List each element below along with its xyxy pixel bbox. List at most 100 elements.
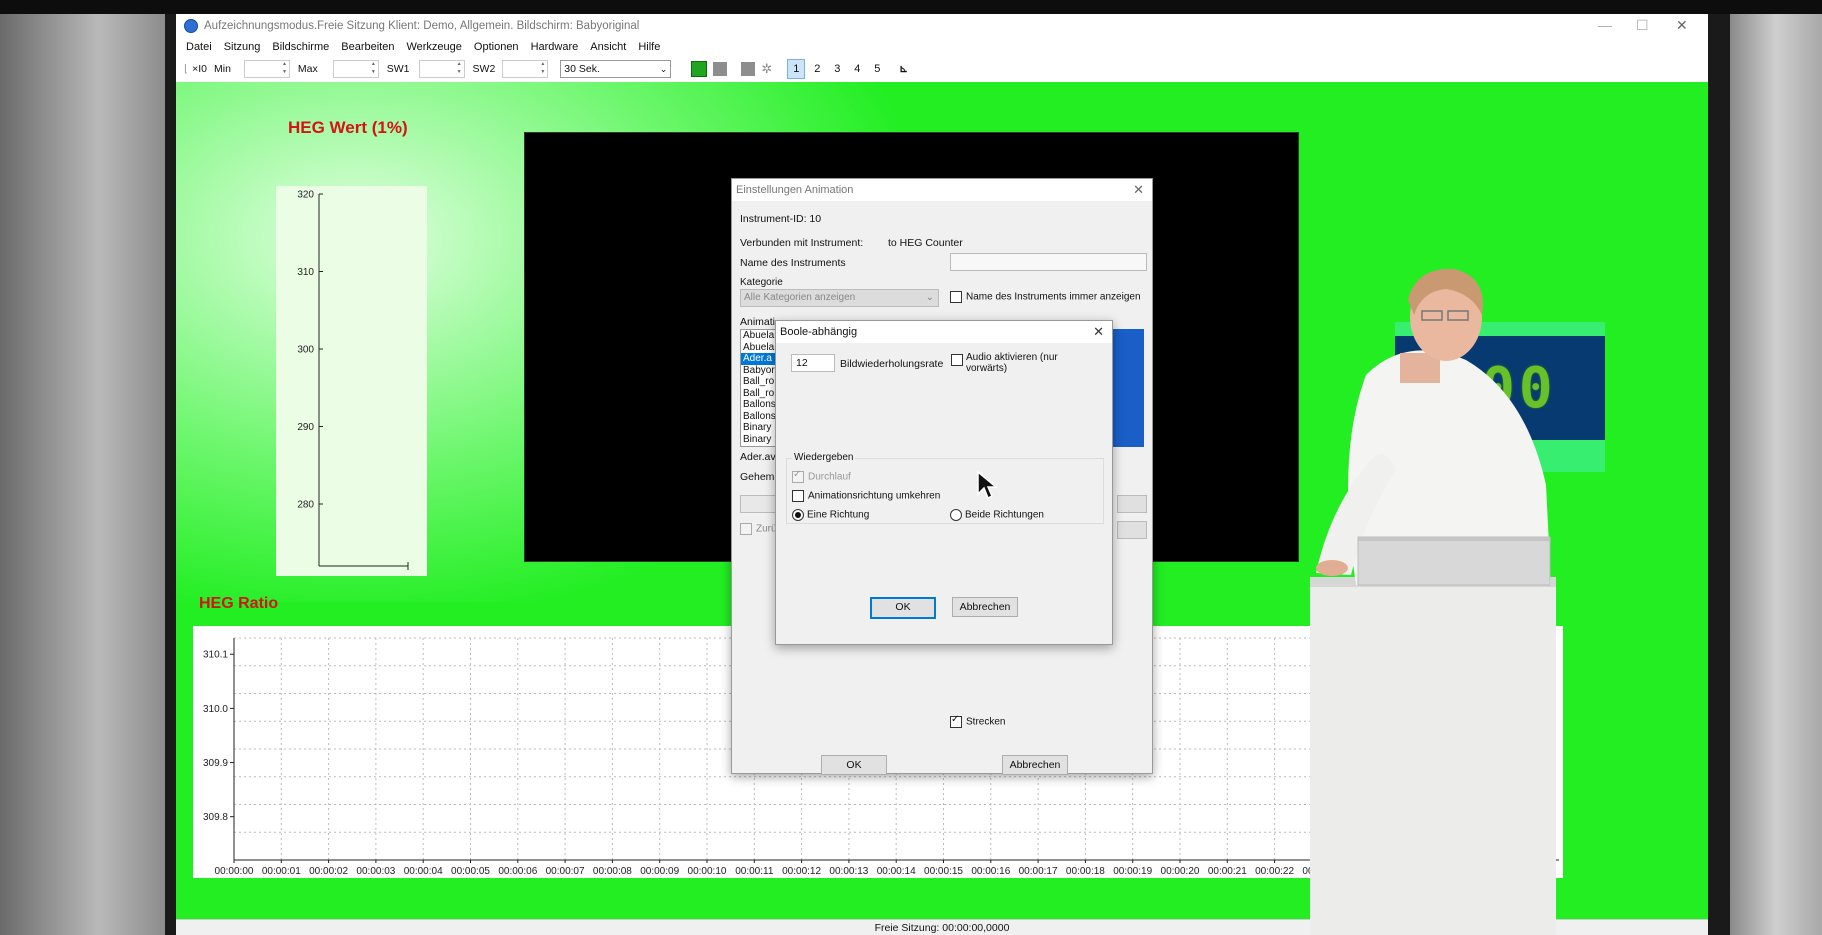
- menu-bildschirme[interactable]: Bildschirme: [272, 41, 329, 53]
- both-directions-radio[interactable]: Beide Richtungen: [950, 509, 1044, 521]
- menu-sitzung[interactable]: Sitzung: [224, 41, 261, 53]
- audio-label-line2: vorwärts): [966, 363, 1008, 374]
- x-tick-label: 00:00:11: [735, 866, 774, 877]
- loop-label: Durchlauf: [808, 471, 851, 483]
- close-icon[interactable]: ✕: [1093, 324, 1104, 340]
- min-label: Min: [214, 63, 231, 75]
- screen-tab-4[interactable]: 4: [849, 60, 865, 78]
- framerate-value: 12: [796, 357, 808, 369]
- chevron-down-icon: ⌄: [925, 292, 934, 303]
- zuru-box[interactable]: [740, 523, 752, 535]
- room-backdrop-right: [1730, 0, 1822, 935]
- gear-icon[interactable]: ✲: [761, 62, 775, 76]
- x-tick-label: 00:00:16: [971, 866, 1010, 877]
- audio-label: Audio aktivieren (nur vorwärts): [966, 352, 1058, 374]
- close-icon[interactable]: ✕: [1133, 182, 1144, 198]
- both-directions-dot[interactable]: [950, 509, 962, 521]
- max-spinner[interactable]: [332, 60, 379, 78]
- gauge-tick-label: 280: [297, 500, 314, 511]
- selected-animation-name: Ader.av: [740, 451, 776, 463]
- anim-ok-button[interactable]: OK: [821, 755, 887, 775]
- gehemm-select[interactable]: [740, 495, 778, 513]
- sw2-label: SW2: [472, 63, 496, 75]
- menu-datei[interactable]: Datei: [186, 41, 212, 53]
- maximize-icon[interactable]: ☐: [1636, 17, 1649, 34]
- menu-bearbeiten[interactable]: Bearbeiten: [341, 41, 394, 53]
- playback-group-label: Wiedergeben: [792, 452, 856, 463]
- audio-box[interactable]: [951, 354, 963, 366]
- x-tick-label: 00:00:14: [877, 866, 916, 877]
- always-show-name-label: Name des Instruments immer anzeigen: [966, 291, 1141, 303]
- one-direction-dot[interactable]: [792, 509, 804, 521]
- sw2-spinner[interactable]: [502, 60, 549, 78]
- one-direction-label: Eine Richtung: [807, 509, 870, 521]
- sw1-spinner[interactable]: [418, 60, 465, 78]
- stretch-box[interactable]: [950, 714, 962, 728]
- instrument-name-label: Name des Instruments: [740, 257, 846, 269]
- audio-checkbox[interactable]: [951, 354, 967, 366]
- right-field[interactable]: [1117, 521, 1147, 539]
- reverse-box[interactable]: [792, 490, 804, 502]
- x-tick-label: 00:00:01: [262, 866, 301, 877]
- layout-icon[interactable]: ⊾: [899, 63, 908, 75]
- x-tick-label: 00:00:12: [782, 866, 821, 877]
- right-select[interactable]: [1117, 495, 1147, 513]
- boole-cancel-button[interactable]: Abbrechen: [952, 597, 1018, 617]
- window-title: Aufzeichnungsmodus.Freie Sitzung Klient:…: [204, 20, 640, 32]
- boole-dialog: Boole-abhängig ✕ 12 Bildwiederholungsrat…: [775, 320, 1113, 645]
- stretch-checkbox[interactable]: Strecken: [950, 714, 1005, 728]
- framerate-label: Bildwiederholungsrate: [840, 358, 944, 370]
- interval-value: 30 Sek.: [564, 63, 600, 75]
- zuru-checkbox[interactable]: Zurü: [740, 523, 777, 535]
- menu-bar: Datei Sitzung Bildschirme Bearbeiten Wer…: [176, 38, 1708, 56]
- screen-tab-5[interactable]: 5: [869, 60, 885, 78]
- x-tick-label: 00:00:19: [1113, 866, 1152, 877]
- x-tick-label: 00:00:15: [924, 866, 963, 877]
- screen-tab-1[interactable]: 1: [787, 59, 806, 79]
- framerate-input[interactable]: 12: [791, 354, 835, 372]
- x-tick-label: 00:00:06: [498, 866, 537, 877]
- menu-hardware[interactable]: Hardware: [531, 41, 579, 53]
- boole-dialog-titlebar: Boole-abhängig ✕: [776, 321, 1112, 343]
- gauge-tick-label: 300: [297, 345, 314, 356]
- anim-cancel-button[interactable]: Abbrechen: [1002, 755, 1068, 775]
- interval-select[interactable]: 30 Sek. ⌄: [560, 60, 672, 78]
- play-icon[interactable]: [691, 61, 708, 77]
- reverse-checkbox[interactable]: Animationsrichtung umkehren: [792, 490, 940, 502]
- square-icon[interactable]: [741, 62, 756, 76]
- mouse-cursor-icon: [977, 470, 999, 500]
- one-direction-radio[interactable]: Eine Richtung: [792, 509, 869, 521]
- always-show-name-box[interactable]: [950, 291, 962, 303]
- x-tick-label: 00:00:10: [688, 866, 727, 877]
- close-icon[interactable]: ✕: [1676, 17, 1688, 34]
- loop-checkbox[interactable]: Durchlauf: [792, 469, 851, 483]
- screen-tab-2[interactable]: 2: [809, 60, 825, 78]
- screen-tab-3[interactable]: 3: [829, 60, 845, 78]
- x-tick-label: 00:00:07: [546, 866, 585, 877]
- gauge-axis: 320 310 300 290 280: [297, 190, 409, 570]
- toolbar-grip-icon: ⌊: [184, 63, 189, 75]
- category-select[interactable]: Alle Kategorien anzeigen ⌄: [740, 289, 939, 307]
- y-tick-label: 310.1: [203, 650, 228, 661]
- x-tick-label: 00:00:22: [1255, 866, 1294, 877]
- loop-box[interactable]: [792, 469, 804, 483]
- menu-hilfe[interactable]: Hilfe: [638, 41, 660, 53]
- min-spinner[interactable]: [243, 60, 290, 78]
- boole-ok-button[interactable]: OK: [870, 597, 936, 619]
- x-tick-label: 00:00:08: [593, 866, 632, 877]
- x-tick-label: 00:00:04: [404, 866, 443, 877]
- heg-wert-gauge: 320 310 300 290 280: [276, 186, 427, 576]
- instrument-name-input[interactable]: [950, 253, 1147, 271]
- x10-button[interactable]: ×I0: [192, 63, 207, 75]
- audio-label-line1: Audio aktivieren (nur: [966, 352, 1058, 363]
- minimize-icon[interactable]: —: [1598, 17, 1612, 33]
- menu-ansicht[interactable]: Ansicht: [590, 41, 626, 53]
- x-tick-label: 00:00:00: [215, 866, 254, 877]
- x-tick-label: 00:00:05: [451, 866, 490, 877]
- menu-werkzeuge[interactable]: Werkzeuge: [406, 41, 461, 53]
- x-tick-label: 00:00:13: [829, 866, 868, 877]
- menu-optionen[interactable]: Optionen: [474, 41, 519, 53]
- always-show-name-checkbox[interactable]: Name des Instruments immer anzeigen: [950, 291, 1141, 303]
- both-directions-label: Beide Richtungen: [965, 509, 1044, 521]
- stop-icon[interactable]: [713, 62, 728, 76]
